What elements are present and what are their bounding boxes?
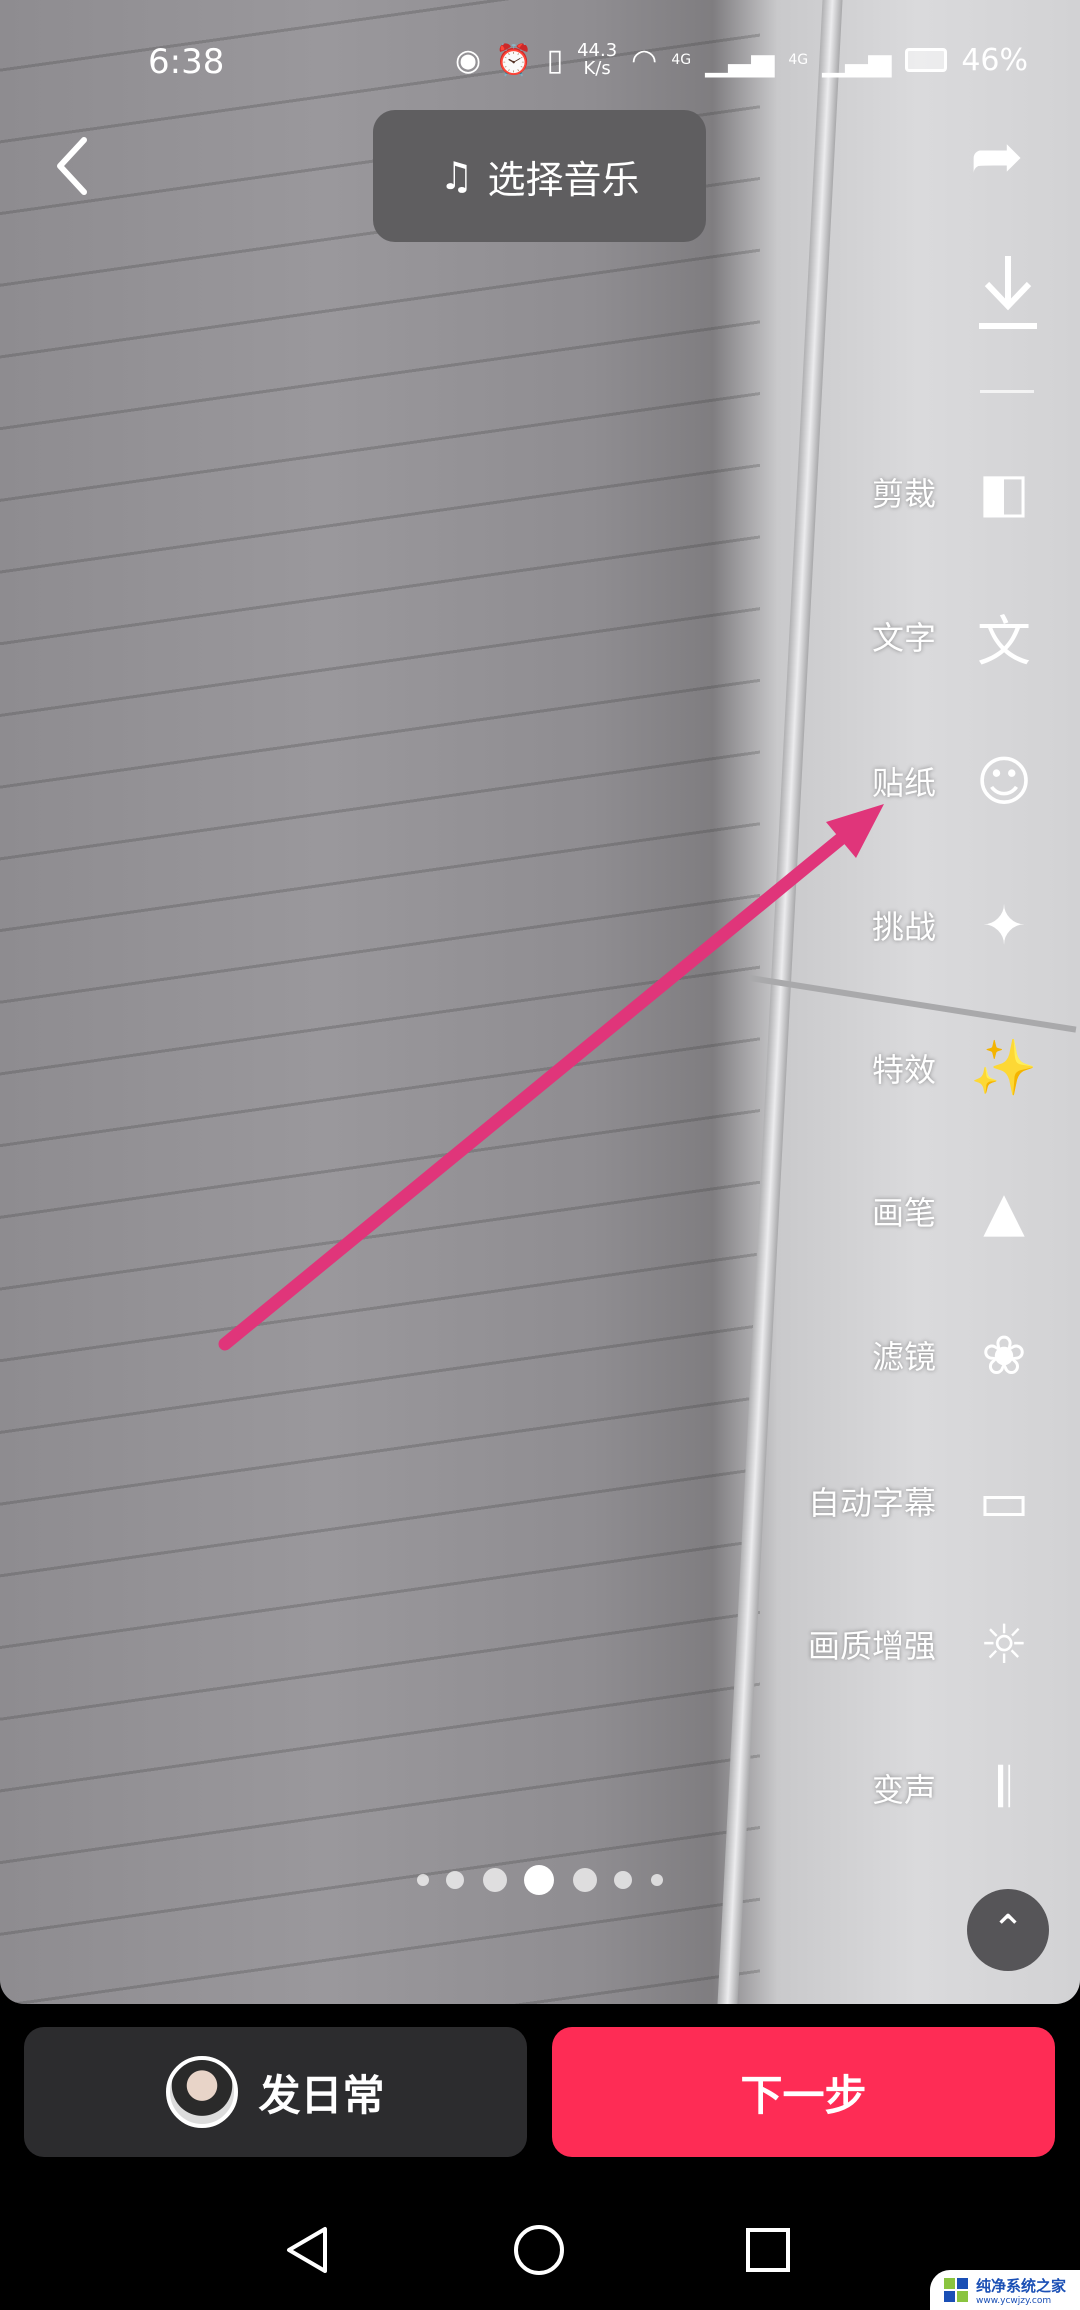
watermark-title: 纯净系统之家 (976, 2276, 1067, 2295)
triangle-back-icon (287, 2227, 327, 2273)
watermark-url: www.ycwjzy.com (976, 2295, 1052, 2306)
nav-back-button[interactable] (278, 2220, 338, 2280)
nav-recents-button[interactable] (738, 2220, 798, 2280)
circle-home-icon (514, 2225, 564, 2275)
post-daily-button[interactable]: 发日常 (24, 2027, 527, 2157)
nav-home-button[interactable] (509, 2220, 569, 2280)
post-daily-label: 发日常 (258, 2070, 385, 2120)
next-step-label: 下一步 (740, 2070, 867, 2120)
annotation-arrow (218, 804, 884, 1351)
watermark: 纯净系统之家 www.ycwjzy.com (930, 2270, 1080, 2310)
watermark-logo (944, 2278, 968, 2302)
square-recents-icon (746, 2228, 790, 2272)
next-step-button[interactable]: 下一步 (552, 2027, 1055, 2157)
avatar (166, 2056, 239, 2128)
